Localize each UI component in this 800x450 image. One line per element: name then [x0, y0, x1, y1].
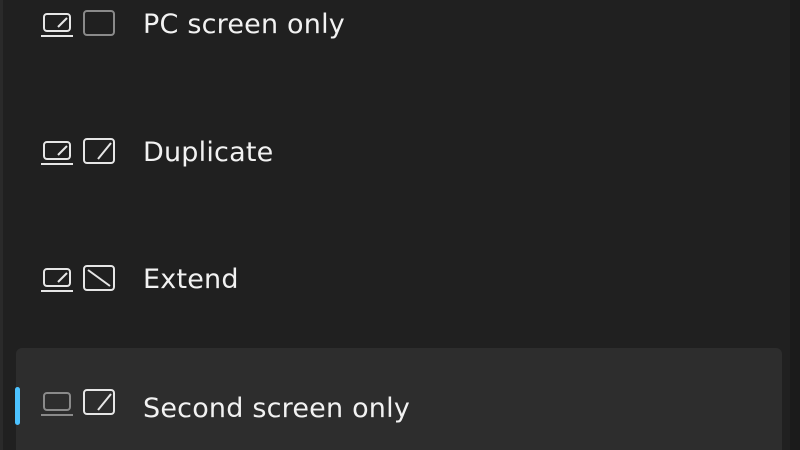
duplicate-icon: [40, 138, 120, 170]
option-label: Second screen only: [143, 392, 410, 424]
option-label: Extend: [143, 263, 239, 295]
selection-indicator: [15, 387, 20, 425]
pc-screen-only-icon: [40, 10, 120, 42]
option-extend[interactable]: Extend: [16, 226, 782, 336]
option-label: Duplicate: [143, 136, 274, 168]
extend-icon: [40, 265, 120, 297]
option-second-screen-only[interactable]: Second screen only: [15, 348, 782, 450]
option-duplicate[interactable]: Duplicate: [16, 99, 782, 209]
option-pc-screen-only[interactable]: PC screen only: [16, 0, 782, 81]
option-label: PC screen only: [143, 8, 345, 40]
panel-scroll-gutter: [790, 0, 800, 450]
project-panel: PC screen only Duplicate Extend Second s…: [0, 0, 800, 450]
panel-left-border: [0, 0, 3, 450]
second-screen-only-icon: [40, 389, 120, 421]
